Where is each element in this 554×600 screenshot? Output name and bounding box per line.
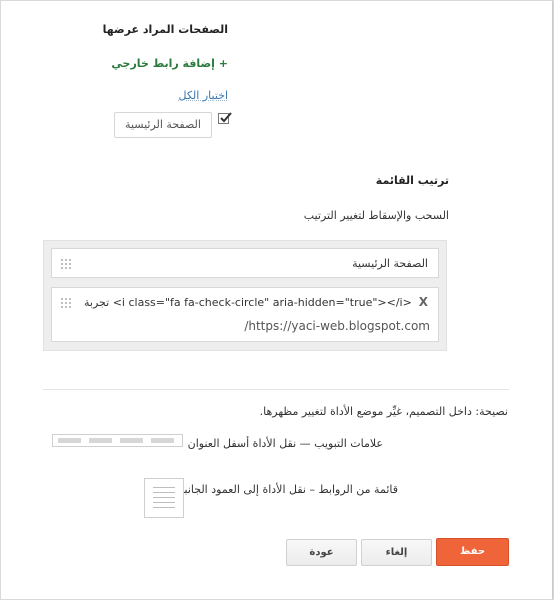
tabs-option-label: علامات التبويب — نقل الأداة أسفل العنوان xyxy=(187,437,383,450)
drag-handle-icon[interactable] xyxy=(60,297,72,309)
list-item[interactable]: تجربة <i class="fa fa-check-circle" aria… xyxy=(51,287,439,342)
list-preview xyxy=(144,478,184,518)
checkmark-icon xyxy=(220,112,232,123)
sortable-list: الصفحة الرئيسية تجربة <i class="fa fa-ch… xyxy=(43,240,447,351)
list-item[interactable]: الصفحة الرئيسية xyxy=(51,248,439,278)
list-item-label: تجربة <i class="fa fa-check-circle" aria… xyxy=(84,296,412,309)
tabs-preview xyxy=(52,434,183,447)
drag-hint: السحب والإسقاط لتغيير الترتيب xyxy=(303,209,449,222)
section-divider xyxy=(43,389,509,390)
select-all-link[interactable]: اختيار الكل xyxy=(179,89,228,102)
design-tip: نصيحة: داخل التصميم، غيِّر موضع الأداة ل… xyxy=(259,405,508,418)
list-option-label: قائمة من الروابط – نقل الأداة إلى العمود… xyxy=(175,483,398,496)
drag-handle-icon[interactable] xyxy=(60,258,72,270)
save-button[interactable]: حفظ xyxy=(436,538,509,566)
page-checkbox-home[interactable] xyxy=(218,112,232,124)
add-external-link[interactable]: + إضافة رابط خارجي xyxy=(111,57,228,70)
panel-edge xyxy=(552,1,553,599)
pages-section-title: الصفحات المراد عرضها xyxy=(102,23,228,36)
widget-config-panel: الصفحات المراد عرضها + إضافة رابط خارجي … xyxy=(0,0,554,600)
remove-item-button[interactable]: X xyxy=(419,295,428,309)
page-chip-home[interactable]: الصفحة الرئيسية xyxy=(114,112,212,138)
cancel-button[interactable]: إلغاء xyxy=(361,539,432,566)
list-item-url: https://yaci-web.blogspot.com/ xyxy=(244,319,430,333)
back-button[interactable]: عودة xyxy=(286,539,357,566)
order-section-title: ترتيب القائمة xyxy=(375,174,449,187)
list-item-label: الصفحة الرئيسية xyxy=(352,257,428,270)
